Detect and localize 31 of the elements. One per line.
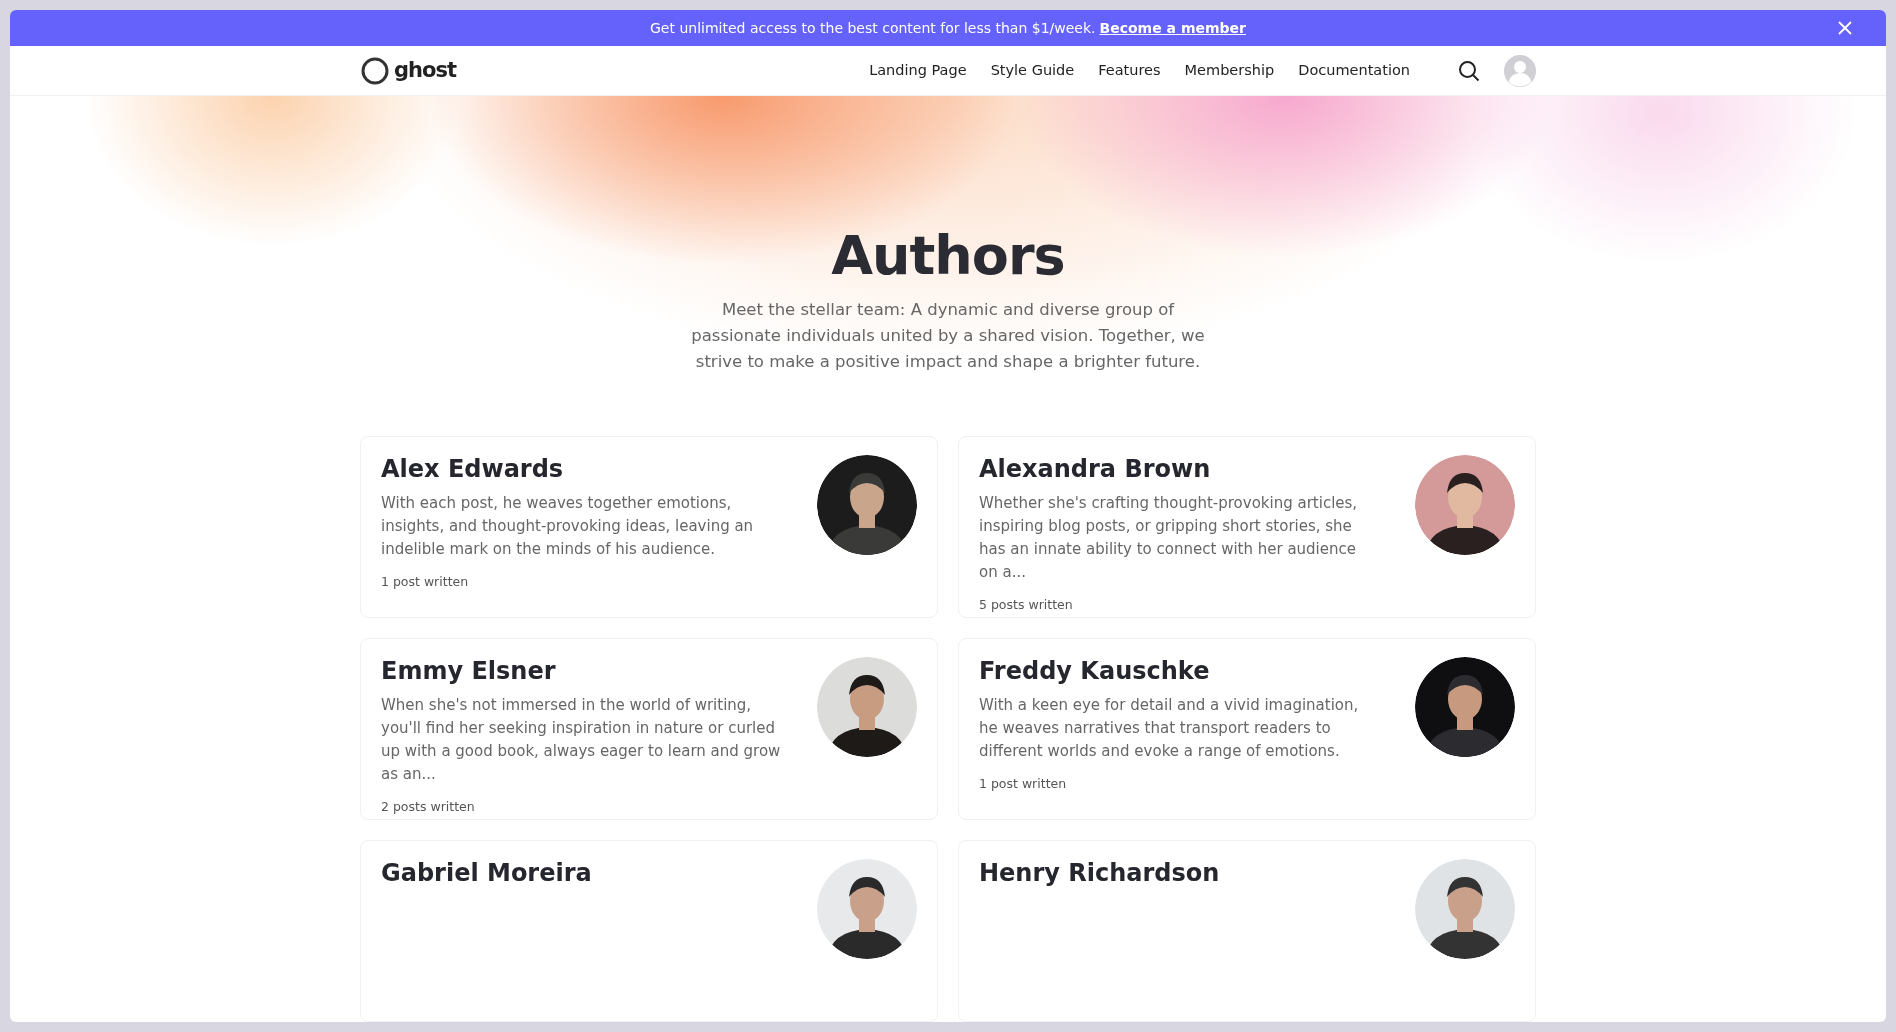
page-title: Authors [831, 224, 1065, 290]
nav-link[interactable]: Style Guide [990, 60, 1075, 82]
become-member-link[interactable]: Become a member [1099, 17, 1246, 39]
author-bio: With a keen eye for detail and a vivid imagination, he weaves narratives that transport readers to different worlds and evoke a range of emotions. [979, 694, 1360, 762]
author-name: Alexandra Brown [979, 455, 1212, 484]
nav-link[interactable]: Features [1098, 60, 1161, 82]
nav-link[interactable]: Membership [1184, 60, 1275, 82]
author-name: Gabriel Moreira [381, 859, 593, 888]
search-icon[interactable] [1458, 59, 1480, 82]
banner-text: Get unlimited access to the best content for less than $1/week. [650, 18, 1096, 38]
author-card[interactable]: Gabriel Moreira [360, 840, 938, 1022]
ghost-logo[interactable]: ghost [360, 55, 456, 87]
post-count: 5 posts written [979, 595, 1074, 614]
author-name: Henry Richardson [979, 859, 1221, 888]
author-bio: With each post, he weaves together emotions, insights, and thought-provoking ideas, leaving an indelible mark on the minds of his audience. [381, 492, 755, 560]
author-card[interactable]: Freddy Kauschke With a keen eye for detail and a vivid imagination, he weaves narratives that transport readers to different worlds and evoke a range of emotions. 1 post written [958, 638, 1536, 820]
page-description: Meet the stellar team: A dynamic and diverse group of passionate individuals united by a shared vision. Together, we strive to make a positive impact and shape a brighter future. [690, 299, 1206, 374]
author-bio: Whether she's crafting thought-provoking articles, inspiring blog posts, or gripping short stories, she has an innate ability to connect with her audience on a... [979, 492, 1359, 583]
post-count: 1 post written [381, 572, 470, 591]
author-name: Freddy Kauschke [979, 657, 1211, 686]
author-name: Alex Edwards [381, 455, 565, 484]
author-card[interactable]: Henry Richardson [958, 840, 1536, 1022]
author-bio: When she's not immersed in the world of writing, you'll find her seeking inspiration in nature or curled up with a good book, always eager to learn and grow as an... [381, 694, 781, 785]
nav-link[interactable]: Landing Page [869, 60, 967, 82]
author-card[interactable]: Alexandra Brown Whether she's crafting thought-provoking articles, inspiring blog posts, or gripping short stories, she has an innate ability to connect with her audience on a... 5 posts written [958, 436, 1536, 618]
nav-link[interactable]: Documentation [1298, 60, 1410, 82]
post-count: 2 posts written [381, 797, 476, 816]
post-count: 1 post written [979, 774, 1068, 793]
author-card[interactable]: Alex Edwards With each post, he weaves together emotions, insights, and thought-provoking ideas, leaving an indelible mark on the minds of his audience. 1 post written [360, 436, 938, 618]
author-card[interactable]: Emmy Elsner When she's not immersed in the world of writing, you'll find her seeking inspiration in nature or curled up with a good book, always eager to learn and grow as an... 2 posts written [360, 638, 938, 820]
author-name: Emmy Elsner [381, 657, 557, 686]
